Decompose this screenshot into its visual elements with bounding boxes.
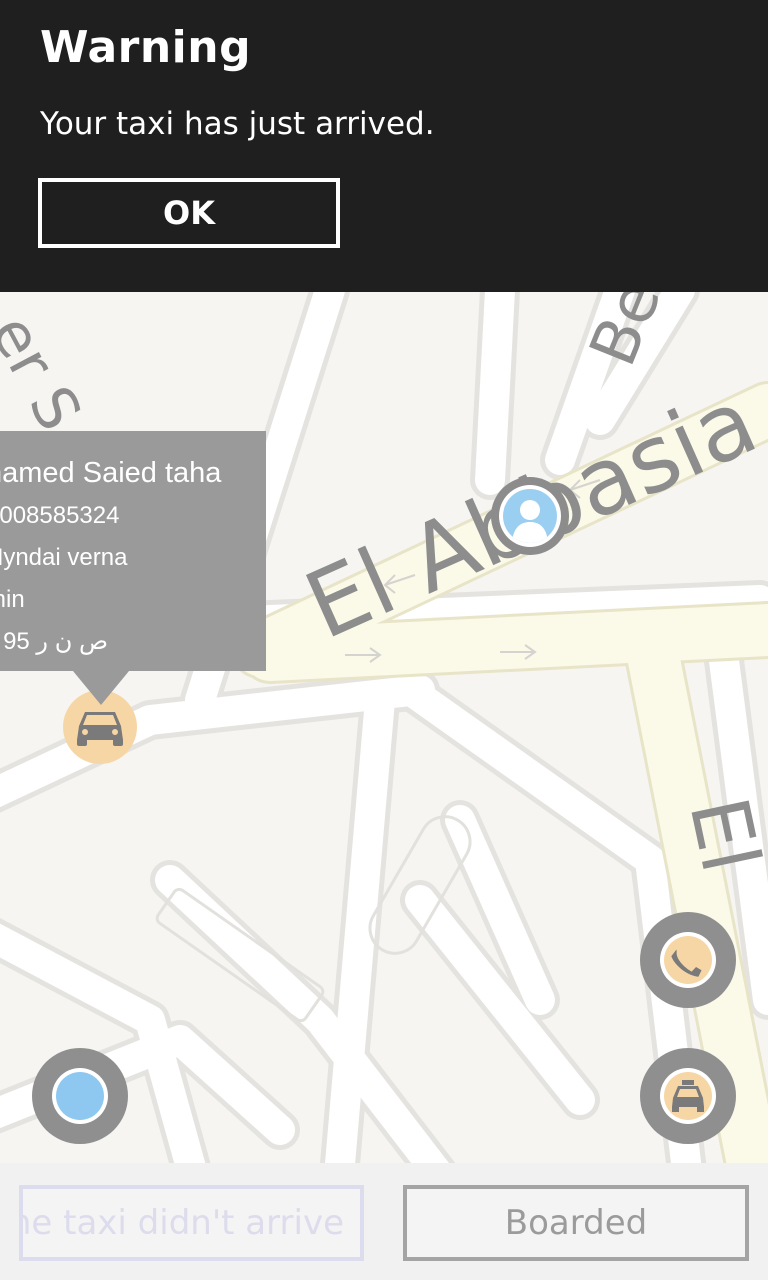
my-location-button[interactable] <box>32 1048 128 1144</box>
taxi-not-arrived-label: The taxi didn't arrive <box>19 1203 344 1243</box>
warning-dialog: Warning Your taxi has just arrived. OK <box>0 0 768 292</box>
call-driver-button[interactable] <box>640 912 736 1008</box>
phone-icon <box>671 949 702 977</box>
person-icon <box>503 489 557 543</box>
driver-eta: min <box>0 586 25 613</box>
app-screen: El Abbasia Be El er S hamed Saied taha 1… <box>0 0 768 1280</box>
boarded-button[interactable]: Boarded <box>403 1185 749 1261</box>
driver-car-model: Hyndai verna <box>0 544 128 571</box>
taxi-not-arrived-button: The taxi didn't arrive <box>19 1185 364 1261</box>
driver-info-popup[interactable]: hamed Saied taha 1008585324 Hyndai verna… <box>0 431 266 671</box>
dialog-message: Your taxi has just arrived. <box>40 106 435 142</box>
driver-phone: 1008585324 <box>0 502 120 529</box>
taxi-icon <box>672 1080 704 1112</box>
ok-button[interactable]: OK <box>38 178 340 248</box>
bottom-action-bar: The taxi didn't arrive Boarded <box>0 1163 768 1280</box>
user-location-marker[interactable] <box>491 477 569 555</box>
taxi-button[interactable] <box>640 1048 736 1144</box>
dialog-title: Warning <box>40 22 252 73</box>
location-dot-icon <box>56 1072 104 1120</box>
popup-pointer <box>73 671 129 705</box>
user-marker-ring <box>499 485 561 547</box>
driver-name: hamed Saied taha <box>0 457 222 489</box>
driver-plate-number: ص ن ر 95 <box>3 628 108 655</box>
